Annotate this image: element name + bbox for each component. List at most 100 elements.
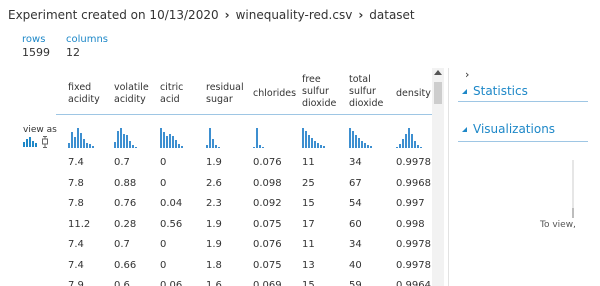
table-cell: 0.9968 bbox=[396, 177, 431, 189]
column-header[interactable]: free sulfur dioxide bbox=[302, 74, 336, 110]
table-cell: 0 bbox=[160, 157, 167, 168]
chevron-right-icon[interactable]: › bbox=[465, 68, 469, 81]
table-cell: 67 bbox=[349, 177, 362, 189]
table-cell: 0.092 bbox=[253, 198, 282, 209]
histogram-bar bbox=[358, 138, 360, 148]
histogram-bar bbox=[181, 146, 183, 148]
column-header-line: dioxide bbox=[302, 98, 337, 109]
histogram-bar bbox=[308, 135, 310, 148]
visualizations-title: Visualizations bbox=[473, 122, 556, 136]
histogram-bar bbox=[114, 142, 116, 148]
column-header-line: acidity bbox=[114, 94, 146, 105]
table-cell: 0.56 bbox=[160, 218, 183, 230]
table-cell: 0 bbox=[160, 239, 167, 250]
histogram-bar bbox=[169, 134, 171, 148]
histogram-bar bbox=[126, 135, 128, 148]
histogram-bar bbox=[355, 135, 357, 148]
breadcrumb-file[interactable]: winequality-red.csv bbox=[236, 8, 353, 22]
table-cell: 60 bbox=[349, 218, 362, 230]
visualizations-divider bbox=[458, 141, 588, 142]
table-cell: 0.098 bbox=[253, 177, 282, 189]
histogram-bar bbox=[411, 134, 413, 148]
histogram-view-icon[interactable] bbox=[23, 137, 37, 147]
histogram-bar bbox=[172, 136, 174, 148]
histogram-bar bbox=[212, 139, 214, 148]
histogram-bar bbox=[256, 128, 258, 148]
column-header[interactable]: volatile acidity bbox=[114, 82, 149, 106]
table-cell: 0.076 bbox=[253, 239, 282, 250]
histogram-bar bbox=[92, 146, 94, 148]
histogram-bar bbox=[175, 140, 177, 148]
histogram-bar bbox=[83, 139, 85, 148]
boxplot-view-icon[interactable] bbox=[42, 136, 48, 148]
breadcrumb-experiment[interactable]: Experiment created on 10/13/2020 bbox=[8, 8, 219, 22]
column-header-line: volatile bbox=[114, 82, 149, 93]
table-cell: 0.076 bbox=[253, 157, 282, 168]
statistics-section[interactable]: Statistics bbox=[462, 84, 528, 98]
table-cell: 0.7 bbox=[114, 239, 130, 250]
histogram-bar bbox=[163, 132, 165, 148]
column-header[interactable]: citric acid bbox=[160, 82, 183, 106]
table-cell: 1.9 bbox=[206, 157, 222, 168]
table-cell: 0.88 bbox=[114, 177, 137, 189]
table-cell: 0.069 bbox=[253, 280, 282, 286]
table-cell: 11 bbox=[302, 239, 315, 250]
column-header-line: density bbox=[396, 88, 431, 99]
column-header-line: dioxide bbox=[349, 98, 384, 109]
histogram-bar bbox=[253, 147, 255, 148]
histogram-bar bbox=[259, 145, 261, 148]
table-cell: 15 bbox=[302, 198, 315, 209]
histogram-bar bbox=[349, 128, 351, 148]
table-cell: 2.3 bbox=[206, 198, 222, 209]
histogram-bar bbox=[420, 147, 422, 148]
column-header[interactable]: residual sugar bbox=[206, 82, 244, 106]
table-cell: 13 bbox=[302, 259, 315, 271]
panel-scrollbar-thumb[interactable] bbox=[572, 208, 574, 218]
column-header[interactable]: density bbox=[396, 88, 431, 100]
scrollbar-thumb[interactable] bbox=[434, 82, 442, 104]
scroll-up-icon[interactable] bbox=[434, 70, 442, 75]
columns-label: columns bbox=[66, 34, 109, 45]
table-cell: 0.06 bbox=[160, 280, 183, 286]
histogram-bar bbox=[74, 137, 76, 148]
histogram-bar bbox=[314, 141, 316, 148]
table-cell: 0.66 bbox=[114, 259, 137, 271]
histogram-bar bbox=[311, 138, 313, 148]
table-cell: 59 bbox=[349, 280, 362, 286]
breadcrumb-dataset: dataset bbox=[369, 8, 415, 22]
column-header-line: acidity bbox=[68, 94, 100, 105]
table-cell: 11 bbox=[302, 157, 315, 168]
histogram-bar bbox=[215, 145, 217, 148]
table-cell: 11.2 bbox=[68, 218, 91, 230]
rows-label: rows bbox=[22, 34, 46, 45]
column-header-line: total bbox=[349, 74, 371, 85]
histogram-bar bbox=[320, 145, 322, 148]
chevron-right-icon: › bbox=[224, 8, 230, 22]
column-header[interactable]: total sulfur dioxide bbox=[349, 74, 383, 110]
column-header[interactable]: fixed acidity bbox=[68, 82, 100, 106]
histogram-bar bbox=[129, 141, 131, 148]
table-cell: 0.9978 bbox=[396, 157, 431, 168]
table-cell: 7.8 bbox=[68, 198, 84, 209]
table-scrollbar[interactable] bbox=[432, 68, 444, 286]
table-cell: 7.9 bbox=[68, 280, 84, 286]
table-cell: 0.075 bbox=[253, 218, 282, 230]
column-header[interactable]: chlorides bbox=[253, 88, 296, 100]
histogram-bar bbox=[160, 128, 162, 148]
table-cell: 0.7 bbox=[114, 157, 130, 168]
columns-value: 12 bbox=[66, 46, 80, 59]
table-cell: 34 bbox=[349, 239, 362, 250]
column-header-line: acid bbox=[160, 94, 180, 105]
histogram-bar bbox=[305, 131, 307, 148]
histogram-bar bbox=[86, 143, 88, 148]
rows-value: 1599 bbox=[22, 46, 50, 59]
panel-divider bbox=[448, 68, 449, 286]
triangle-expand-icon bbox=[462, 88, 467, 94]
visualizations-section[interactable]: Visualizations bbox=[462, 122, 555, 136]
histogram-bar bbox=[405, 134, 407, 148]
histogram-bar bbox=[117, 131, 119, 148]
table-cell: 40 bbox=[349, 259, 362, 271]
column-header-line: sulfur bbox=[302, 86, 329, 97]
table-cell: 0.998 bbox=[396, 218, 425, 230]
histogram-bar bbox=[396, 147, 398, 148]
